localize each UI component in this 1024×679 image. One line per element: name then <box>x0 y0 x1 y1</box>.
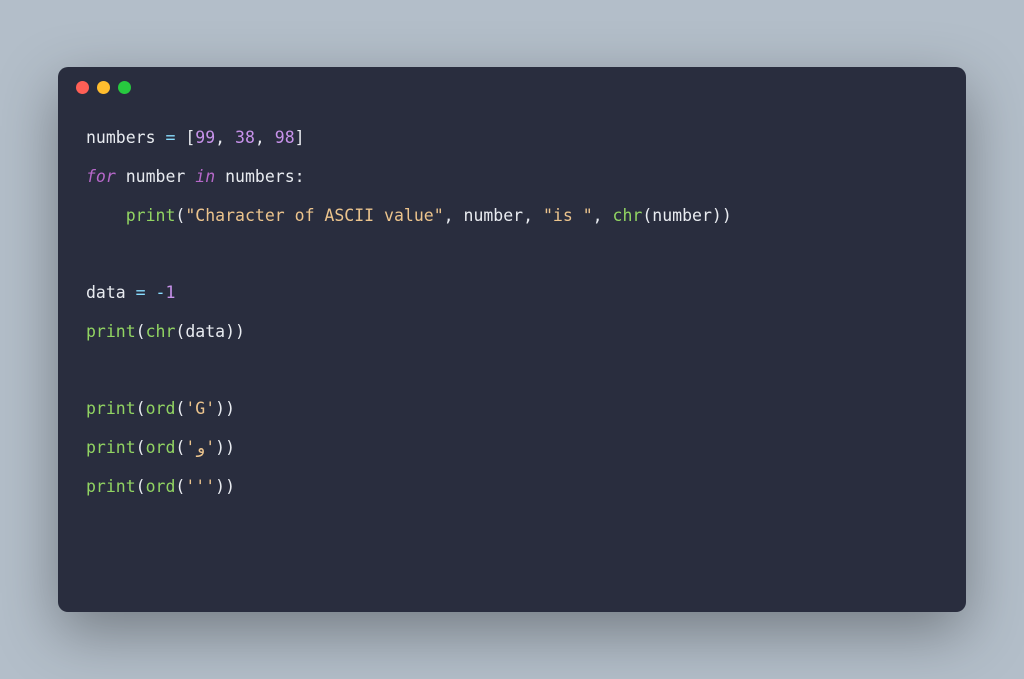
code-token: ''' <box>185 477 215 496</box>
code-token: print <box>86 322 136 341</box>
code-token: ( <box>136 399 146 418</box>
code-token: print <box>126 206 176 225</box>
code-token: data <box>86 283 136 302</box>
code-line: print(ord(''')) <box>86 468 938 507</box>
code-token: print <box>86 399 136 418</box>
code-token: 98 <box>275 128 295 147</box>
code-line <box>86 352 938 391</box>
code-line: print(ord('و')) <box>86 429 938 468</box>
code-token: ( <box>175 399 185 418</box>
code-token: 1 <box>165 283 175 302</box>
code-token: )) <box>215 477 235 496</box>
code-token: , <box>215 128 235 147</box>
code-line: data = -1 <box>86 274 938 313</box>
code-token: , <box>255 128 275 147</box>
code-token: "is " <box>543 206 593 225</box>
maximize-icon[interactable] <box>118 81 131 94</box>
code-token: )) <box>215 399 235 418</box>
code-token: ( <box>136 477 146 496</box>
code-token: ] <box>295 128 305 147</box>
code-token: numbers <box>86 128 165 147</box>
window-titlebar <box>58 67 966 107</box>
code-token: (data)) <box>175 322 245 341</box>
code-line: numbers = [99, 38, 98] <box>86 119 938 158</box>
code-token: - <box>156 283 166 302</box>
code-token: , number, <box>444 206 543 225</box>
code-token: = <box>165 128 175 147</box>
code-token: print <box>86 438 136 457</box>
code-line: for number in numbers: <box>86 158 938 197</box>
code-token: [ <box>175 128 195 147</box>
code-token: ( <box>175 477 185 496</box>
code-token: ord <box>146 477 176 496</box>
code-token: )) <box>215 438 235 457</box>
code-line: print("Character of ASCII value", number… <box>86 197 938 236</box>
code-token: "Character of ASCII value" <box>185 206 443 225</box>
code-token: ord <box>146 438 176 457</box>
code-token: for <box>86 167 116 186</box>
code-token: ( <box>175 206 185 225</box>
code-token: chr <box>613 206 643 225</box>
close-icon[interactable] <box>76 81 89 94</box>
code-token: 'و' <box>185 438 215 457</box>
code-token: chr <box>146 322 176 341</box>
code-token: numbers: <box>215 167 304 186</box>
code-token: in <box>195 167 215 186</box>
minimize-icon[interactable] <box>97 81 110 94</box>
code-token: 38 <box>235 128 255 147</box>
code-window: numbers = [99, 38, 98]for number in numb… <box>58 67 966 612</box>
code-content: numbers = [99, 38, 98]for number in numb… <box>58 107 966 535</box>
code-token: ord <box>146 399 176 418</box>
code-token: 'G' <box>185 399 215 418</box>
code-token: ( <box>136 322 146 341</box>
code-token: , <box>593 206 613 225</box>
code-token: (number)) <box>642 206 731 225</box>
code-line: print(ord('G')) <box>86 390 938 429</box>
code-token: ( <box>175 438 185 457</box>
code-token: = <box>136 283 146 302</box>
code-token: ( <box>136 438 146 457</box>
code-token <box>86 206 126 225</box>
code-line: print(chr(data)) <box>86 313 938 352</box>
code-line <box>86 235 938 274</box>
code-token <box>146 283 156 302</box>
code-token: print <box>86 477 136 496</box>
code-token: 99 <box>195 128 215 147</box>
code-token: number <box>116 167 195 186</box>
